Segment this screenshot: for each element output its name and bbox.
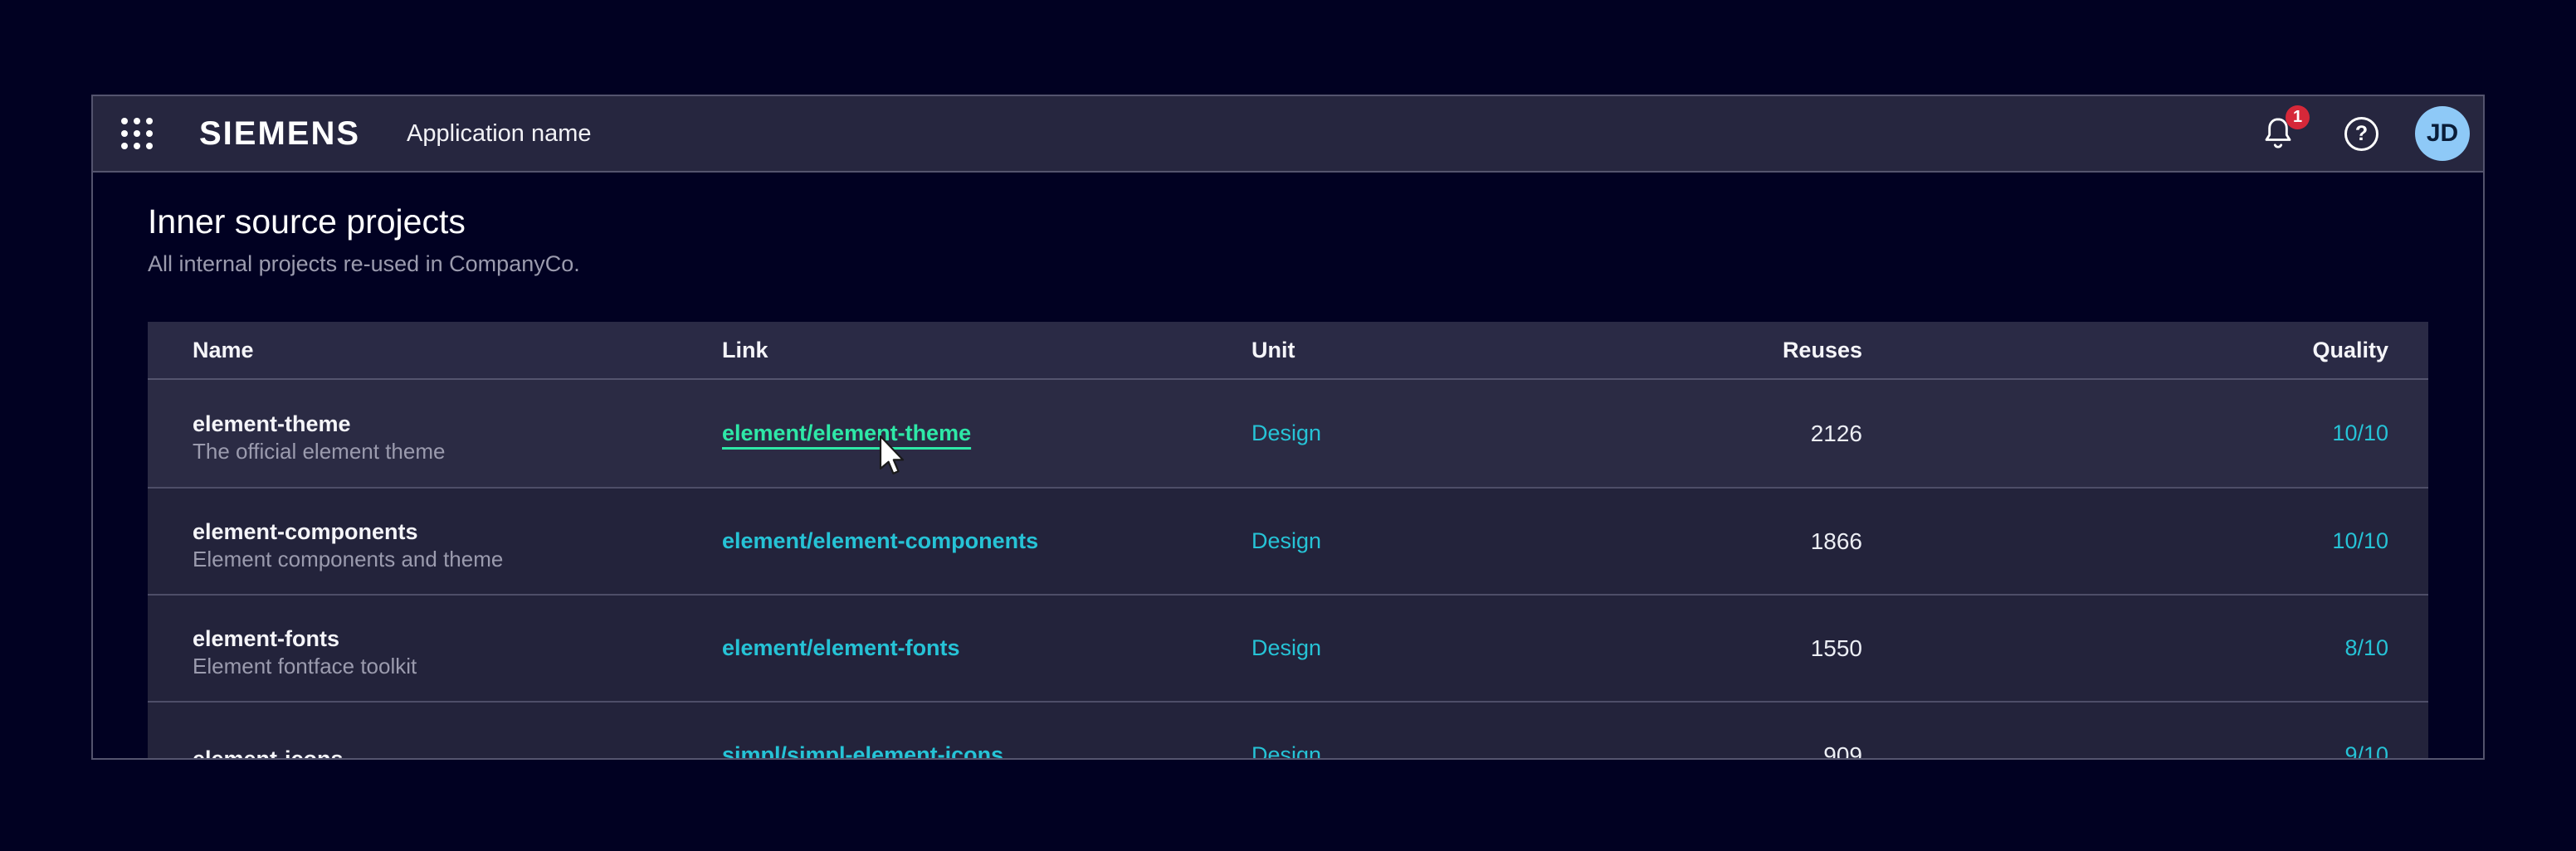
unit-link[interactable]: Design [1251, 421, 1321, 445]
column-header-quality: Quality [1887, 338, 2428, 363]
project-name: element-fonts [193, 625, 677, 653]
help-button[interactable]: ? [2344, 117, 2378, 151]
column-header-unit: Unit [1207, 338, 1771, 363]
siemens-logo: SIEMENS [199, 115, 360, 153]
reuses-value: 1866 [1771, 528, 1887, 555]
project-link[interactable]: simpl/simpl-element-icons [722, 742, 1003, 760]
quality-link[interactable]: 10/10 [2332, 528, 2388, 553]
notification-count-badge: 1 [2286, 105, 2310, 129]
project-name: element-theme [193, 411, 677, 438]
projects-table: Name Link Unit Reuses Quality element-th… [148, 322, 2428, 760]
application-name: Application name [407, 120, 591, 148]
unit-link[interactable]: Design [1251, 635, 1321, 660]
question-mark-icon: ? [2355, 124, 2368, 144]
user-avatar-button[interactable]: JD [2415, 106, 2470, 161]
screen: SIEMENS Application name 1 ? JD Inner so… [0, 0, 2576, 851]
project-description: Element fontface toolkit [193, 653, 677, 680]
quality-link[interactable]: 10/10 [2332, 421, 2388, 445]
reuses-value: 909 [1771, 742, 1887, 761]
unit-link[interactable]: Design [1251, 742, 1321, 760]
reuses-value: 2126 [1771, 421, 1887, 447]
column-header-reuses: Reuses [1771, 338, 1887, 363]
reuses-value: 1550 [1771, 635, 1887, 662]
quality-link[interactable]: 9/10 [2344, 742, 2388, 760]
notifications-button[interactable]: 1 [2260, 112, 2296, 155]
project-name: element-components [193, 518, 677, 546]
unit-link[interactable]: Design [1251, 528, 1321, 553]
project-link[interactable]: element/element-theme [722, 421, 971, 445]
table-row: element-fonts Element fontface toolkit e… [148, 594, 2428, 701]
apps-grid-icon [121, 118, 128, 124]
app-window: SIEMENS Application name 1 ? JD Inner so… [91, 95, 2485, 760]
column-header-link: Link [677, 338, 1207, 363]
table-row: element-theme The official element theme… [148, 380, 2428, 487]
table-row: element-components Element components an… [148, 487, 2428, 594]
table-row: element-icons simpl/simpl-element-icons … [148, 701, 2428, 760]
column-header-name: Name [148, 338, 677, 363]
project-description: The official element theme [193, 438, 677, 465]
page-content: Inner source projects All internal proje… [93, 202, 2483, 760]
app-switcher-button[interactable] [121, 118, 153, 149]
table-header-row: Name Link Unit Reuses Quality [148, 322, 2428, 380]
project-link[interactable]: element/element-components [722, 528, 1038, 553]
page-title: Inner source projects [148, 202, 2428, 241]
project-name: element-icons [193, 746, 677, 760]
page-subtitle: All internal projects re-used in Company… [148, 251, 2428, 277]
quality-link[interactable]: 8/10 [2344, 635, 2388, 660]
app-header-bar: SIEMENS Application name 1 ? JD [93, 96, 2483, 173]
project-description: Element components and theme [193, 546, 677, 573]
project-link[interactable]: element/element-fonts [722, 635, 960, 660]
